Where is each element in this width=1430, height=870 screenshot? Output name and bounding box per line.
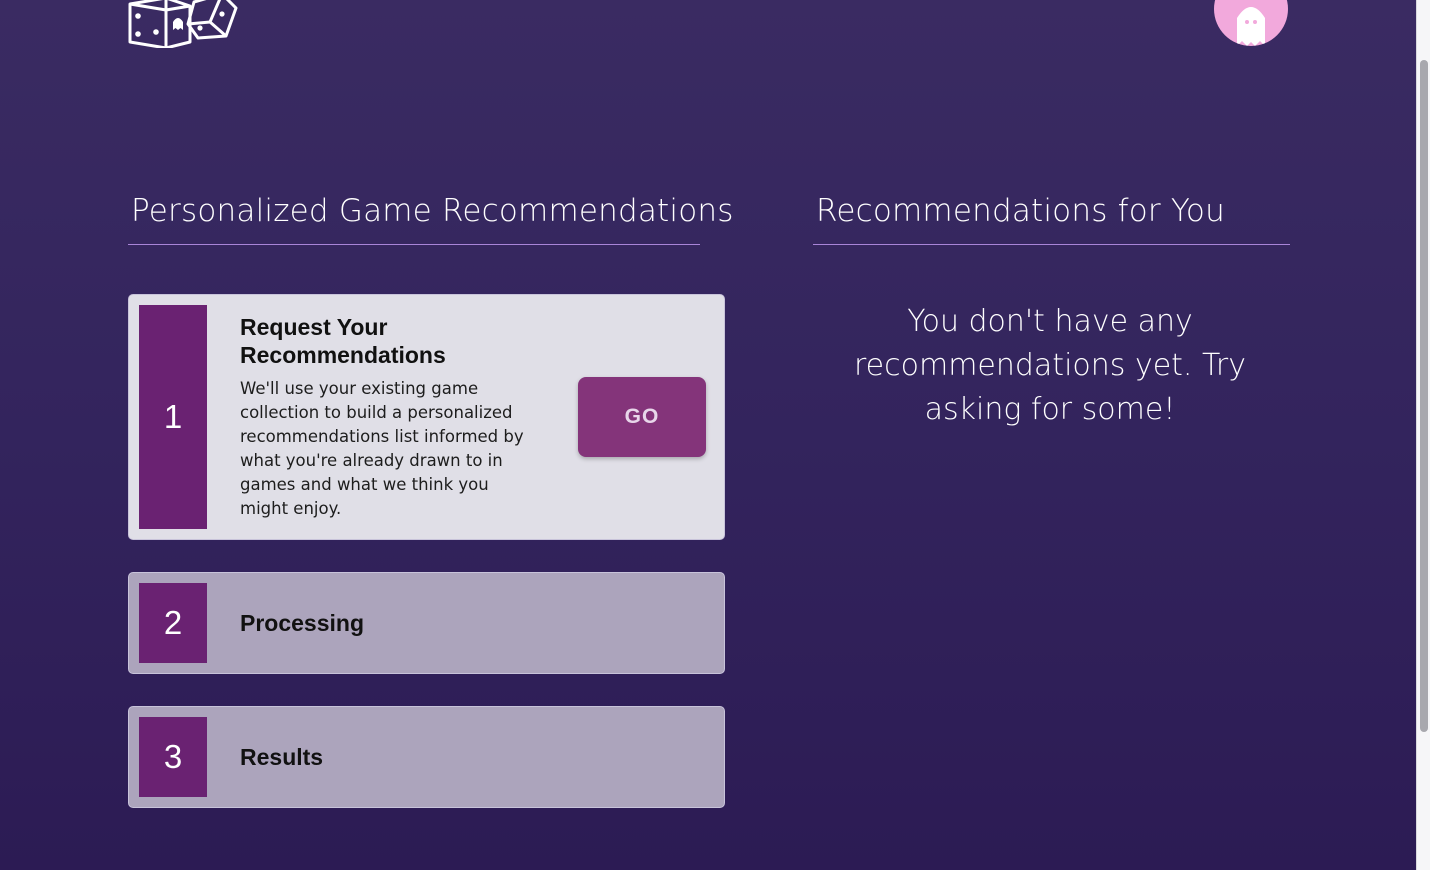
step-card-processing: 2 Processing: [128, 572, 725, 674]
right-heading-divider: [813, 244, 1290, 245]
ghost-icon: [1237, 7, 1265, 46]
step-card-request: 1 Request Your Recommendations We'll use…: [128, 294, 725, 540]
vertical-scrollbar[interactable]: [1416, 0, 1430, 870]
go-button[interactable]: GO: [578, 377, 706, 457]
step-title: Processing: [240, 610, 364, 636]
step-description: We'll use your existing game collection …: [240, 379, 524, 518]
app-page: Personalized Game Recommendations Recomm…: [0, 0, 1416, 870]
step-number: 3: [139, 717, 207, 797]
step-title: Results: [240, 744, 324, 770]
step-number: 1: [139, 305, 207, 529]
recommendations-for-you-heading: Recommendations for You: [816, 193, 1225, 229]
step-title: Request Your Recommendations: [240, 314, 446, 368]
personalized-recommendations-heading: Personalized Game Recommendations: [131, 193, 734, 229]
dice-icon[interactable]: [126, 0, 238, 50]
user-avatar[interactable]: [1214, 0, 1288, 46]
empty-recommendations-message: You don't have any recommendations yet. …: [853, 304, 1246, 427]
scrollbar-thumb[interactable]: [1420, 60, 1428, 732]
left-heading-divider: [128, 244, 700, 245]
step-number: 2: [139, 583, 207, 663]
step-card-results: 3 Results: [128, 706, 725, 808]
